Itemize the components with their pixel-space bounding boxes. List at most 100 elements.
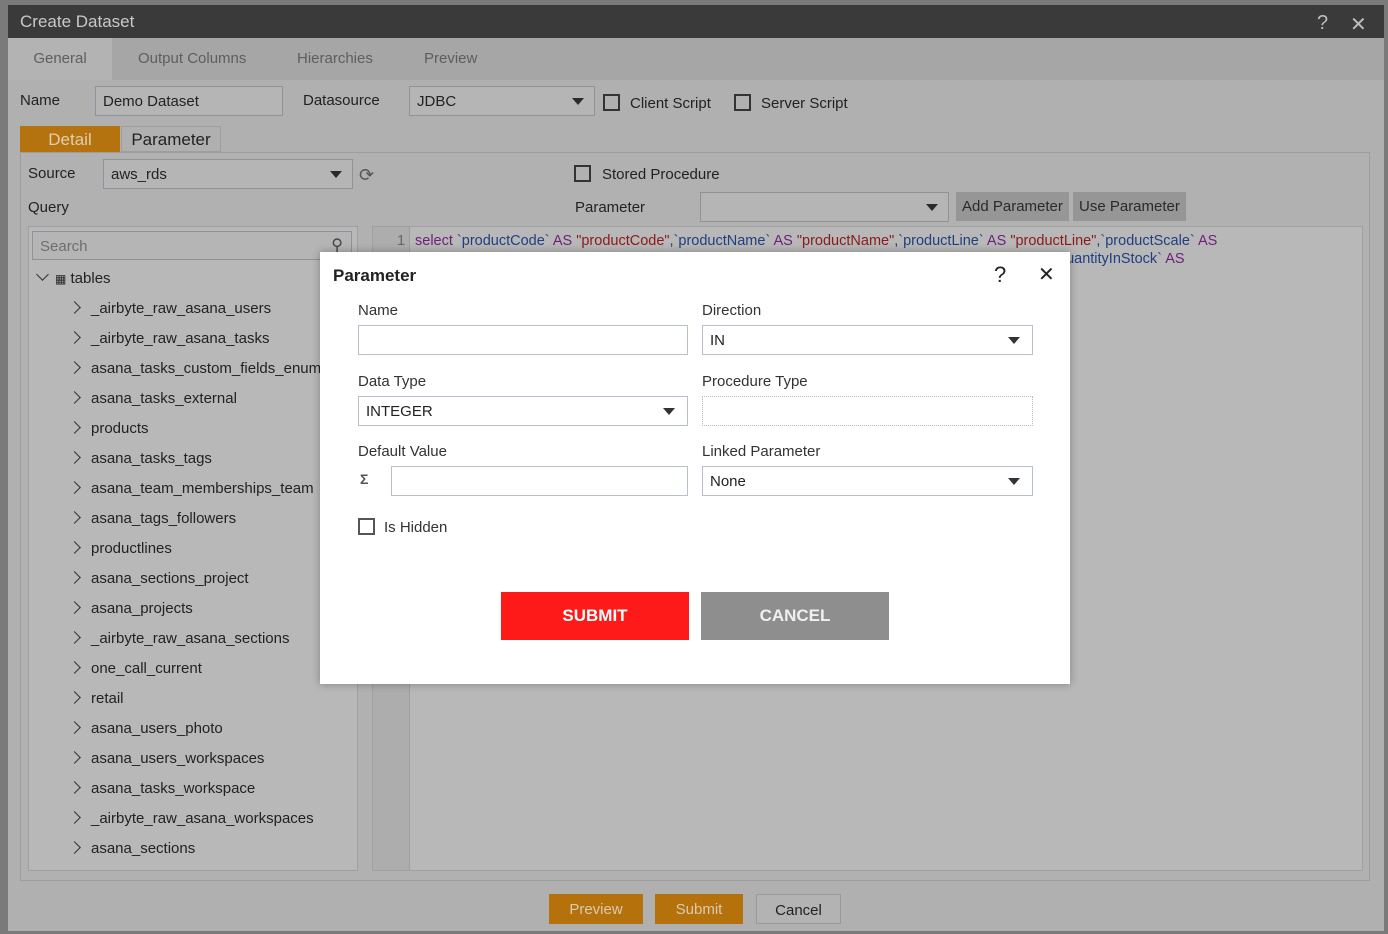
- caret-down-icon: [926, 204, 938, 211]
- tree-item[interactable]: asana_users_workspaces: [68, 750, 264, 780]
- chevron-right-icon: [68, 511, 81, 524]
- stored-procedure-checkbox[interactable]: [574, 165, 591, 182]
- refresh-icon[interactable]: ⟳: [359, 165, 374, 186]
- is-hidden-checkbox[interactable]: [358, 518, 375, 535]
- help-icon[interactable]: ?: [994, 262, 1006, 288]
- tree-item[interactable]: _airbyte_raw_asana_tasks: [68, 330, 270, 360]
- tree-item[interactable]: productlines: [68, 540, 172, 570]
- use-parameter-button[interactable]: Use Parameter: [1073, 192, 1186, 221]
- tree-root-label: tables: [70, 270, 111, 287]
- preview-button[interactable]: Preview: [549, 894, 643, 924]
- tree-item-label: asana_team_memberships_team: [91, 480, 314, 497]
- caret-down-icon: [663, 408, 675, 415]
- default-value-input[interactable]: [391, 466, 688, 496]
- tab-output-columns[interactable]: Output Columns: [138, 38, 246, 80]
- procedure-type-label: Procedure Type: [702, 373, 808, 390]
- add-parameter-button[interactable]: Add Parameter: [956, 192, 1069, 221]
- name-label: Name: [20, 92, 61, 109]
- name-input[interactable]: Demo Dataset: [95, 86, 283, 116]
- is-hidden-label: Is Hidden: [384, 519, 448, 536]
- tree-item[interactable]: _airbyte_raw_asana_users: [68, 300, 272, 330]
- chevron-down-icon: [36, 268, 49, 281]
- tree-item[interactable]: asana_users_photo: [68, 720, 223, 750]
- tree-item[interactable]: _airbyte_raw_asana_workspaces: [68, 810, 314, 840]
- tree-item-label: _airbyte_raw_asana_tasks: [91, 330, 270, 347]
- caret-down-icon: [572, 98, 584, 105]
- dialog-submit-button[interactable]: SUBMIT: [501, 592, 689, 640]
- procedure-type-input[interactable]: [702, 396, 1033, 426]
- direction-value: IN: [710, 332, 725, 349]
- data-type-label: Data Type: [358, 373, 427, 390]
- datasource-value: JDBC: [417, 93, 457, 110]
- data-type-value: INTEGER: [366, 403, 433, 420]
- sigma-icon[interactable]: Σ: [360, 471, 368, 487]
- code-token: ,`productLine`: [894, 233, 984, 249]
- chevron-right-icon: [68, 691, 81, 704]
- linked-parameter-select[interactable]: None: [702, 466, 1033, 496]
- param-name-input[interactable]: [358, 325, 688, 355]
- tree-item-label: asana_sections_project: [91, 570, 249, 587]
- submit-button[interactable]: Submit: [655, 894, 743, 924]
- chevron-right-icon: [68, 721, 81, 734]
- line-number: 1: [397, 233, 406, 249]
- tree-item-label: retail: [91, 690, 124, 707]
- tree-item[interactable]: asana_tasks_external: [68, 390, 237, 420]
- cancel-button[interactable]: Cancel: [756, 894, 841, 924]
- linked-parameter-value: None: [710, 473, 746, 490]
- tree-item[interactable]: asana_sections: [68, 840, 196, 870]
- close-icon[interactable]: ✕: [1038, 262, 1055, 287]
- code-line-2: quantityInStock` AS: [1058, 251, 1185, 267]
- chevron-right-icon: [68, 361, 81, 374]
- name-label: Name: [358, 302, 399, 319]
- tree-item[interactable]: one_call_current: [68, 660, 202, 690]
- tree-item-label: asana_projects: [91, 600, 193, 617]
- code-token: select: [415, 233, 457, 249]
- server-script-label: Server Script: [761, 95, 848, 112]
- subtab-parameter[interactable]: Parameter: [121, 126, 221, 152]
- code-token: `productCode`: [456, 233, 550, 249]
- subtab-detail[interactable]: Detail: [20, 126, 120, 152]
- chevron-right-icon: [68, 781, 81, 794]
- code-line-1: select `productCode` AS "productCode",`p…: [415, 233, 1217, 249]
- help-icon[interactable]: ?: [1317, 12, 1328, 35]
- data-type-select[interactable]: INTEGER: [358, 396, 688, 426]
- tree-item[interactable]: products: [68, 420, 149, 450]
- tab-bar: General Output Columns Hierarchies Previ…: [8, 38, 1384, 80]
- tree-item-label: asana_users_photo: [91, 720, 223, 737]
- tree-item[interactable]: asana_projects: [68, 600, 193, 630]
- server-script-checkbox[interactable]: [734, 94, 751, 111]
- search-input[interactable]: Search ⚲: [32, 231, 352, 260]
- tree-item[interactable]: asana_tasks_tags: [68, 450, 212, 480]
- chevron-right-icon: [68, 451, 81, 464]
- close-icon[interactable]: ✕: [1350, 12, 1367, 37]
- tab-preview[interactable]: Preview: [424, 38, 477, 80]
- direction-select[interactable]: IN: [702, 325, 1033, 355]
- chevron-right-icon: [68, 301, 81, 314]
- tree-item[interactable]: retail: [68, 690, 124, 720]
- tree-item[interactable]: asana_tasks_workspace: [68, 780, 255, 810]
- tree-item[interactable]: asana_tags_followers: [68, 510, 237, 540]
- tree-item-label: asana_tags_followers: [91, 510, 237, 527]
- tree-item[interactable]: asana_tasks_custom_fields_enum: [68, 360, 321, 390]
- source-select[interactable]: aws_rds: [103, 159, 353, 189]
- tree-item-label: _airbyte_raw_asana_users: [91, 300, 272, 317]
- linked-parameter-label: Linked Parameter: [702, 443, 821, 460]
- search-placeholder: Search: [40, 238, 88, 255]
- tab-hierarchies[interactable]: Hierarchies: [297, 38, 373, 80]
- tree-item-label: _airbyte_raw_asana_sections: [91, 630, 290, 647]
- tree-item[interactable]: asana_sections_project: [68, 570, 249, 600]
- tree-item-label: asana_sections: [91, 840, 196, 857]
- code-token: AS: [1161, 251, 1185, 267]
- dialog-cancel-button[interactable]: CANCEL: [701, 592, 889, 640]
- tree-root-tables[interactable]: ▦ tables: [36, 268, 111, 287]
- parameter-select[interactable]: [700, 192, 949, 222]
- tree-item[interactable]: asana_team_memberships_team: [68, 480, 314, 510]
- parameter-dialog: Parameter ? ✕ Name Direction IN Data Typ…: [320, 252, 1070, 684]
- tab-general[interactable]: General: [8, 38, 112, 80]
- tree-item-label: asana_tasks_tags: [91, 450, 212, 467]
- code-token: ,`productScale`: [1096, 233, 1195, 249]
- client-script-checkbox[interactable]: [603, 94, 620, 111]
- datasource-select[interactable]: JDBC: [409, 86, 595, 116]
- tree-item[interactable]: _airbyte_raw_asana_sections: [68, 630, 290, 660]
- query-label: Query: [28, 199, 69, 216]
